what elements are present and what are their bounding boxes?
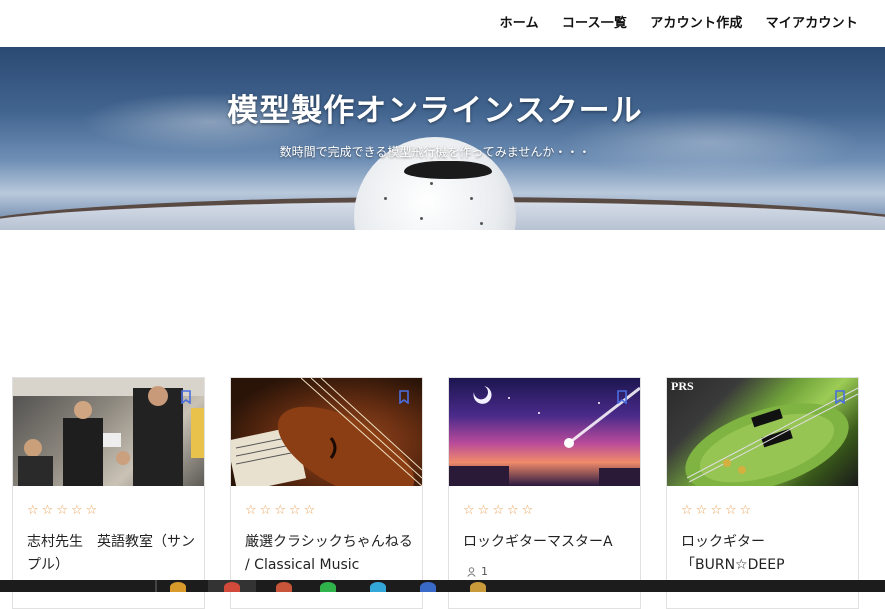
course-thumbnail — [231, 378, 422, 486]
star-icon: ☆ — [492, 503, 504, 518]
taskbar-folder-icon[interactable] — [170, 582, 186, 592]
space-illustration — [449, 386, 640, 486]
course-title[interactable]: 志村先生 英語教室（サンプル） — [27, 531, 197, 577]
star-icon: ☆ — [70, 503, 83, 518]
guitar-illustration: PRS — [671, 379, 858, 486]
course-thumbnail: PRS — [667, 378, 858, 486]
hero-banner: 模型製作オンラインスクール 数時間で完成できる模型飛行機を作ってみませんか・・・ — [0, 47, 885, 230]
bookmark-icon[interactable] — [398, 390, 410, 404]
star-icon: ☆ — [303, 503, 316, 518]
star-icon: ☆ — [477, 503, 490, 518]
taskbar-divider — [155, 580, 157, 592]
taskbar-app-icon[interactable] — [370, 582, 386, 592]
top-navigation: ホーム コース一覧 アカウント作成 マイアカウント — [0, 0, 885, 47]
course-title[interactable]: 厳選クラシックちゃんねる / Classical Music — [245, 531, 415, 577]
star-icon: ☆ — [274, 503, 286, 518]
user-icon — [467, 566, 476, 577]
nav-course-list[interactable]: コース一覧 — [562, 12, 627, 31]
course-card[interactable]: ☆ ☆ ☆ ☆ ☆ 志村先生 英語教室（サンプル） — [12, 377, 205, 609]
star-icon: ☆ — [739, 503, 752, 518]
violin-illustration — [231, 378, 422, 486]
hero-subtitle: 数時間で完成できる模型飛行機を作ってみませんか・・・ — [279, 145, 591, 159]
rating-stars: ☆ ☆ ☆ ☆ ☆ — [681, 504, 751, 518]
course-title[interactable]: ロックギター「BURN☆DEEP — [681, 531, 851, 577]
rating-stars: ☆ ☆ ☆ ☆ ☆ — [463, 504, 533, 518]
star-icon: ☆ — [288, 503, 301, 518]
star-icon: ☆ — [521, 503, 534, 518]
hero-rivet — [384, 197, 387, 200]
star-icon: ☆ — [27, 503, 39, 518]
bookmark-icon[interactable] — [834, 390, 846, 404]
hero-rivet — [470, 197, 473, 200]
nav-home[interactable]: ホーム — [500, 12, 539, 31]
course-card[interactable]: ☆ ☆ ☆ ☆ ☆ 厳選クラシックちゃんねる / Classical Music — [230, 377, 423, 609]
hero-title: 模型製作オンラインスクール — [227, 93, 643, 129]
course-list: ☆ ☆ ☆ ☆ ☆ 志村先生 英語教室（サンプル） ☆ ☆ ☆ ☆ ☆ 厳選クラシックち — [12, 377, 859, 609]
rating-stars: ☆ ☆ ☆ ☆ ☆ — [27, 504, 97, 518]
star-icon: ☆ — [681, 503, 693, 518]
bookmark-icon[interactable] — [180, 390, 192, 404]
star-icon: ☆ — [41, 503, 54, 518]
course-thumbnail — [449, 378, 640, 486]
taskbar-browser-icon[interactable] — [224, 582, 240, 592]
star-icon: ☆ — [710, 503, 722, 518]
student-count-value: 1 — [481, 565, 488, 578]
star-icon: ☆ — [245, 503, 257, 518]
hero-rivet — [430, 182, 433, 185]
bookmark-icon[interactable] — [616, 390, 628, 404]
star-icon: ☆ — [259, 503, 272, 518]
main-menu: ホーム コース一覧 アカウント作成 マイアカウント — [500, 12, 858, 31]
star-icon: ☆ — [695, 503, 708, 518]
star-icon: ☆ — [463, 503, 475, 518]
taskbar-app-icon[interactable] — [470, 582, 486, 592]
rating-stars: ☆ ☆ ☆ ☆ ☆ — [245, 504, 315, 518]
hero-airplane-window — [404, 161, 492, 179]
taskbar-app-icon[interactable] — [276, 582, 292, 592]
classroom-illustration — [13, 378, 204, 486]
star-icon: ☆ — [56, 503, 68, 518]
prs-logo: PRS — [671, 379, 694, 393]
taskbar-app-icon[interactable] — [420, 582, 436, 592]
course-card[interactable]: PRS ☆ ☆ ☆ ☆ ☆ ロックギター「BURN☆DEEP — [666, 377, 859, 609]
course-thumbnail — [13, 378, 204, 486]
star-icon: ☆ — [506, 503, 519, 518]
course-card[interactable]: ☆ ☆ ☆ ☆ ☆ ロックギターマスターA 1 — [448, 377, 641, 609]
taskbar-app-icon[interactable] — [320, 582, 336, 592]
nav-my-account[interactable]: マイアカウント — [766, 12, 858, 31]
hero-rivet — [420, 217, 423, 220]
os-taskbar — [0, 580, 885, 592]
student-count: 1 — [467, 565, 488, 578]
star-icon: ☆ — [85, 503, 98, 518]
course-title[interactable]: ロックギターマスターA — [463, 531, 633, 554]
hero-rivet — [480, 222, 483, 225]
star-icon: ☆ — [724, 503, 737, 518]
nav-create-account[interactable]: アカウント作成 — [650, 12, 742, 31]
